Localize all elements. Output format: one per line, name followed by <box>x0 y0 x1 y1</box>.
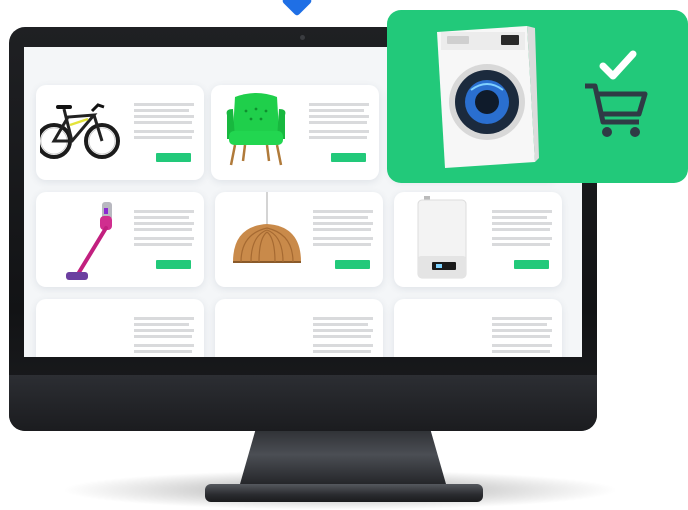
pendant-lamp-icon <box>233 192 301 263</box>
monitor-stand-base <box>205 484 483 502</box>
product-card-lamp[interactable] <box>215 192 383 287</box>
monitor-stand <box>238 425 448 491</box>
product-card-armchair[interactable] <box>211 85 379 180</box>
cart-check-icon <box>585 50 648 137</box>
monitor-chin <box>9 375 597 431</box>
vacuum-cleaner-icon <box>66 202 112 280</box>
product-card[interactable] <box>215 299 383 357</box>
boiler-icon <box>417 196 467 279</box>
product-card[interactable] <box>394 299 562 357</box>
pointer-marker <box>281 0 313 17</box>
add-button[interactable] <box>514 260 549 269</box>
product-card[interactable] <box>36 299 204 357</box>
armchair-icon <box>226 93 286 166</box>
product-card-boiler[interactable] <box>394 192 562 287</box>
webcam-icon <box>300 35 305 40</box>
add-button[interactable] <box>335 260 370 269</box>
added-to-cart-card[interactable] <box>387 10 688 183</box>
add-button[interactable] <box>331 153 366 162</box>
add-button[interactable] <box>156 260 191 269</box>
add-button[interactable] <box>156 153 191 162</box>
washing-machine-icon <box>437 26 539 168</box>
product-card-bicycle[interactable] <box>36 85 204 180</box>
bicycle-icon <box>40 103 120 159</box>
product-card-vacuum[interactable] <box>36 192 204 287</box>
